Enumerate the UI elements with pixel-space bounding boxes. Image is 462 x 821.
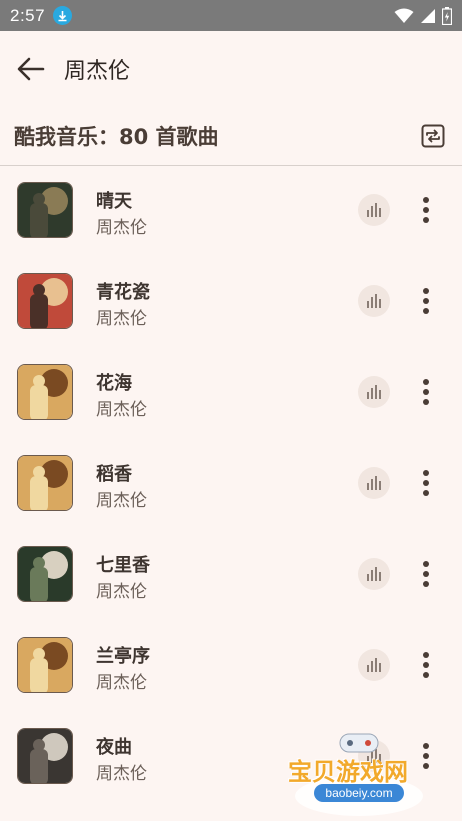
song-count-header: 酷我音乐：80 首歌曲 [0,107,462,165]
more-options-button[interactable] [410,192,442,228]
song-count-label: 酷我音乐：80 首歌曲 [14,125,219,149]
repeat-icon [421,124,445,148]
song-list[interactable]: 晴天 周杰伦 青花瓷 周杰伦 花海 周杰伦 稻香 周杰伦 七里香 周杰伦 兰亭序… [0,166,462,821]
status-time: 2:57 [10,5,46,25]
watermark-text: 宝贝游戏网 [288,758,408,786]
more-vert-icon [423,652,429,678]
more-vert-icon [423,197,429,223]
song-row[interactable]: 晴天 周杰伦 [0,166,462,257]
song-artist: 周杰伦 [96,309,147,329]
song-title: 七里香 [96,555,150,576]
arrow-back-icon [17,57,45,81]
equalizer-icon [367,294,381,308]
page-title: 周杰伦 [64,59,131,84]
album-cover [17,455,73,511]
album-cover [17,182,73,238]
battery-icon [442,6,452,25]
more-options-button[interactable] [410,374,442,410]
download-icon [53,6,73,25]
more-options-button[interactable] [410,465,442,501]
song-artist: 周杰伦 [96,491,147,511]
play-button[interactable] [358,376,390,408]
song-row[interactable]: 花海 周杰伦 [0,348,462,439]
song-artist: 周杰伦 [96,764,147,784]
song-title: 稻香 [96,464,132,485]
more-options-button[interactable] [410,647,442,683]
song-row[interactable]: 兰亭序 周杰伦 [0,621,462,712]
song-title: 兰亭序 [96,646,150,667]
equalizer-icon [367,567,381,581]
equalizer-icon [367,385,381,399]
album-cover [17,273,73,329]
play-button[interactable] [358,467,390,499]
song-artist: 周杰伦 [96,218,147,238]
wifi-icon [394,8,414,23]
equalizer-icon [367,658,381,672]
song-row[interactable]: 青花瓷 周杰伦 [0,257,462,348]
play-button[interactable] [358,194,390,226]
more-vert-icon [423,379,429,405]
app-bar: 周杰伦 [0,31,462,107]
album-cover [17,364,73,420]
equalizer-icon [367,476,381,490]
signal-icon [421,8,435,23]
back-button[interactable] [0,31,62,107]
song-row[interactable]: 稻香 周杰伦 [0,439,462,530]
more-vert-icon [423,288,429,314]
song-row[interactable]: 七里香 周杰伦 [0,530,462,621]
status-icons [394,6,452,25]
song-artist: 周杰伦 [96,582,147,602]
album-cover [17,728,73,784]
watermark-url: baobeiy.com [314,784,404,802]
status-bar: 2:57 [0,0,462,31]
watermark: 宝贝游戏网 baobeiy.com [284,730,434,818]
repeat-button[interactable] [418,121,448,151]
album-cover [17,546,73,602]
song-title: 青花瓷 [96,282,150,303]
more-options-button[interactable] [410,556,442,592]
song-artist: 周杰伦 [96,673,147,693]
play-button[interactable] [358,649,390,681]
more-vert-icon [423,561,429,587]
play-button[interactable] [358,558,390,590]
equalizer-icon [367,203,381,217]
more-options-button[interactable] [410,283,442,319]
song-title: 晴天 [96,191,132,212]
play-button[interactable] [358,285,390,317]
album-cover [17,637,73,693]
song-title: 夜曲 [96,737,132,758]
more-vert-icon [423,470,429,496]
song-artist: 周杰伦 [96,400,147,420]
song-title: 花海 [96,373,132,394]
